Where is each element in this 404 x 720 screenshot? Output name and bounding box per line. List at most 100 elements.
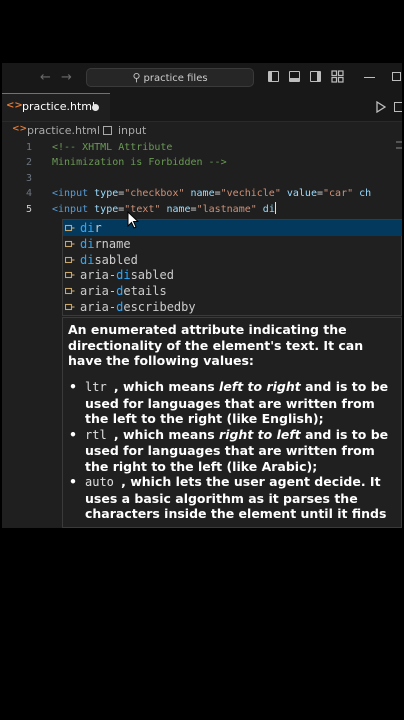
code-token: name [166,204,191,215]
suggestion-text: sabled [130,268,174,283]
suggestion-label: dir [80,220,102,236]
forward-arrow-icon[interactable]: → [61,70,72,86]
suggestion-label: aria-disabled [80,267,174,283]
suggestion-item[interactable]: dirname [63,236,402,252]
minimap-scroll-marks[interactable] [396,141,402,221]
line-number: 3 [25,173,32,184]
code-token: <!-- XHTML Attribute [52,142,173,153]
suggestion-text: aria- [80,300,117,314]
code-token: type [94,204,119,215]
code-line[interactable]: 1 <!-- XHTML Attribute [2,140,402,156]
details-intro: An enumerated attribute indicating the d… [68,322,364,368]
suggestion-text: etails [123,284,167,299]
code-line[interactable]: 5 <input type="text" name="lastname" di [2,202,402,218]
line-number: 5 [25,204,32,215]
line-number: 4 [25,188,32,199]
code-text: <input type="checkbox" name="vechicle" v… [52,186,371,202]
command-center-search[interactable]: ⚲ practice files [86,68,254,87]
value-code: ltr [85,380,114,394]
suggestion-match: di [116,268,131,283]
breadcrumb-node[interactable]: input [118,124,146,137]
suggestion-list[interactable]: dir dirname disabled aria-disabled aria-deta… [62,219,402,316]
back-arrow-icon[interactable]: ← [40,70,51,86]
property-icon [64,239,75,249]
element-symbol-icon [103,126,112,135]
breadcrumb: <> practice.html › input [2,122,402,140]
maximize-icon[interactable] [392,72,401,81]
code-token: <input [52,204,95,215]
suggestion-label: aria-details [80,283,167,299]
property-icon [64,286,75,296]
unsaved-indicator-icon[interactable] [92,104,99,111]
suggestion-match: di [80,252,95,267]
code-text: <input type="text" name="lastname" di [52,202,276,218]
details-emphasis: right to left [219,426,301,442]
breadcrumb-file[interactable]: practice.html [27,124,100,137]
tab-bar: <> practice.html [2,93,402,122]
chevron-right-icon: › [92,123,97,136]
tab-practice-html[interactable]: <> practice.html [2,93,110,121]
suggestion-text: sabled [94,252,138,267]
toggle-panel-icon[interactable] [289,71,300,82]
details-text: , which means [113,426,220,442]
html-file-icon: <> [6,100,23,111]
toggle-primary-sidebar-icon[interactable] [268,71,279,82]
code-token: name [190,188,215,199]
details-emphasis: left to right [219,379,301,394]
line-number: 1 [25,142,32,153]
run-icon[interactable] [376,101,386,113]
code-line[interactable]: 2 Minimization is Forbidden --> [2,155,402,171]
suggestion-item[interactable]: aria-details [63,283,402,299]
code-token: di [262,204,275,215]
details-list: • ltr , which means left to right and is… [63,379,398,527]
tab-label: practice.html [22,100,96,113]
code-token: "car" [323,188,360,199]
code-token: type [94,188,119,199]
code-text: <!-- XHTML Attribute [52,140,172,156]
code-token: <input [52,188,95,199]
details-text: , which means [113,379,220,394]
code-token: "lastname" [196,204,263,215]
bullet-icon: • [69,379,77,394]
suggestion-item[interactable]: dir [63,220,402,236]
code-text: Minimization is Forbidden --> [52,155,227,171]
suggestion-text: escribedby [123,300,196,314]
property-icon [64,255,75,265]
suggestion-label: disabled [80,252,138,268]
suggestion-details: An enumerated attribute indicating the d… [62,317,402,528]
suggestion-text: aria- [80,284,117,299]
toggle-secondary-sidebar-icon[interactable] [310,71,321,82]
suggestion-item[interactable]: disabled [63,252,402,268]
code-token: Minimization is Forbidden --> [52,157,227,168]
bullet-icon: • [69,426,77,442]
property-icon [64,270,75,280]
value-code: auto [85,475,122,489]
minimize-icon[interactable] [364,77,375,79]
code-token: ch [359,188,372,199]
html-file-icon: <> [12,124,28,134]
suggestion-text: aria- [80,268,117,283]
details-list-item: • ltr , which means left to right and is… [63,379,398,427]
suggestion-item[interactable]: aria-describedby [63,299,402,315]
code-token: "checkbox" [124,188,191,199]
value-code: rtl [85,427,114,442]
title-bar: ← → ⚲ practice files [2,63,402,93]
suggestion-match: di [80,221,95,235]
suggestion-text: r [94,221,102,235]
text-cursor [274,202,276,214]
editor-window: ← → ⚲ practice files <> practice.html <> … [2,63,402,528]
split-editor-icon[interactable] [394,102,402,112]
customize-layout-icon[interactable] [331,70,344,83]
search-icon: ⚲ [132,71,141,84]
code-line[interactable]: 4 <input type="checkbox" name="vechicle" … [2,186,402,202]
mouse-pointer-icon [127,211,139,229]
property-icon [64,302,75,312]
line-number: 2 [25,157,32,168]
property-icon [64,223,75,233]
suggestion-item[interactable]: aria-disabled [63,267,402,283]
details-list-item: • rtl , which means right to left and is… [63,427,398,475]
suggestion-label: dirname [80,236,131,252]
suggestion-match: di [80,236,95,251]
code-line[interactable]: 3 [2,171,402,187]
bullet-icon: • [69,474,77,489]
